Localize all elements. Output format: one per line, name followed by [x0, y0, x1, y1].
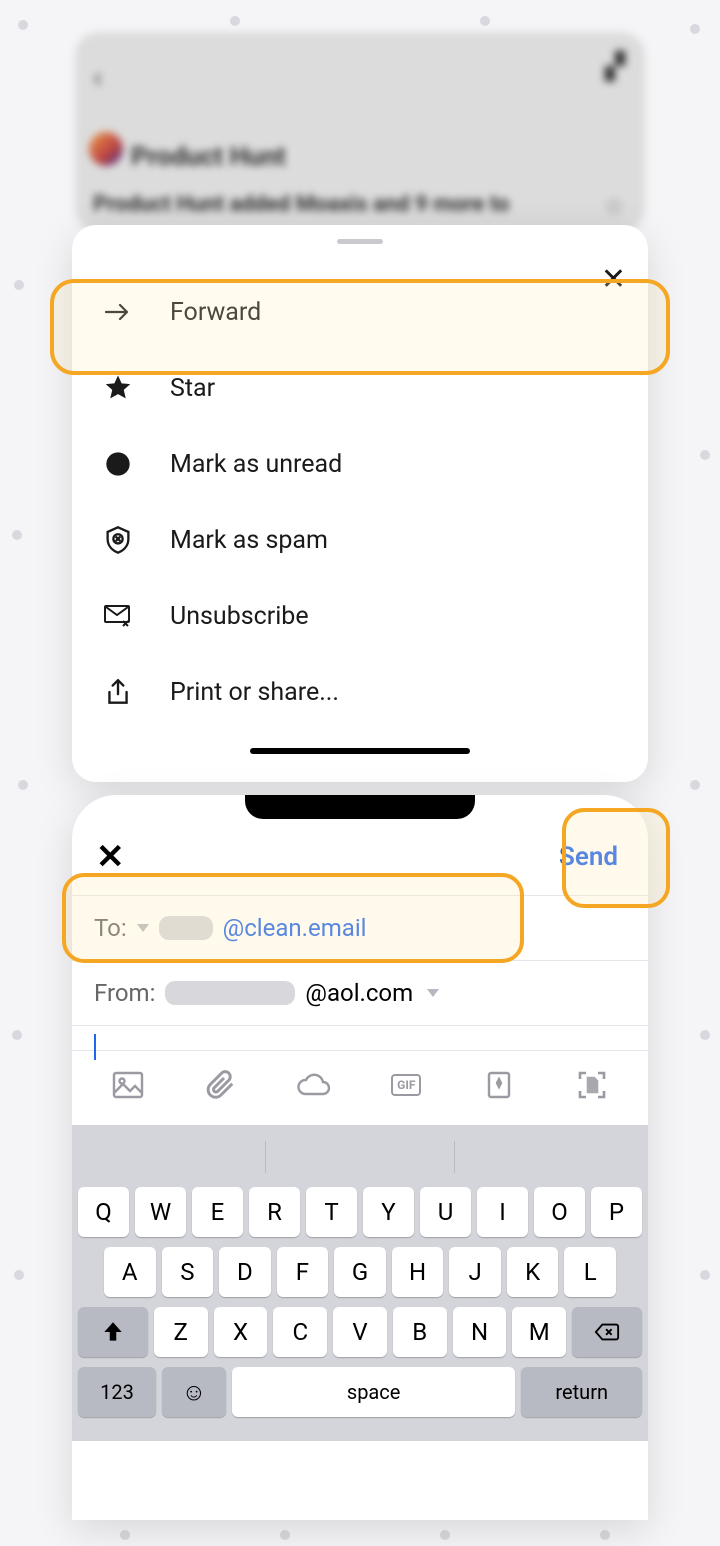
chevron-down-icon[interactable]: [137, 924, 149, 932]
key-backspace[interactable]: [572, 1307, 642, 1357]
menu-item-mark-spam[interactable]: Mark as spam: [72, 502, 648, 578]
compose-screen: ✕ Send To: @clean.email From: @aol.com G…: [72, 795, 648, 1520]
key-p[interactable]: P: [591, 1187, 642, 1237]
chevron-down-icon[interactable]: [427, 989, 439, 997]
key-123[interactable]: 123: [78, 1367, 156, 1417]
gif-icon[interactable]: GIF: [386, 1065, 426, 1105]
menu-item-label: Mark as spam: [170, 526, 328, 555]
keyboard-row-2: A S D F G H J K L: [78, 1247, 642, 1297]
key-b[interactable]: B: [393, 1307, 447, 1357]
key-return[interactable]: return: [521, 1367, 642, 1417]
key-o[interactable]: O: [534, 1187, 585, 1237]
key-y[interactable]: Y: [363, 1187, 414, 1237]
redacted-to-prefix: [159, 916, 213, 940]
from-field[interactable]: From: @aol.com: [72, 961, 648, 1026]
close-icon[interactable]: ✕: [601, 265, 626, 295]
key-v[interactable]: V: [333, 1307, 387, 1357]
close-compose-icon[interactable]: ✕: [96, 837, 125, 877]
paperclip-icon[interactable]: [201, 1065, 241, 1105]
sender-name: Product Hunt: [131, 142, 286, 172]
redacted-from-prefix: [165, 981, 295, 1005]
envelope-x-icon: [100, 598, 136, 634]
cloud-icon[interactable]: [294, 1065, 334, 1105]
key-c[interactable]: C: [273, 1307, 327, 1357]
keyboard-row-4: 123 ☺ space return: [78, 1367, 642, 1417]
key-t[interactable]: T: [306, 1187, 357, 1237]
key-h[interactable]: H: [392, 1247, 444, 1297]
menu-item-star[interactable]: Star: [72, 350, 648, 426]
star-icon: [100, 370, 136, 406]
scan-document-icon[interactable]: [572, 1065, 612, 1105]
key-q[interactable]: Q: [78, 1187, 129, 1237]
sender-avatar: [89, 132, 123, 166]
key-a[interactable]: A: [104, 1247, 156, 1297]
menu-item-unsubscribe[interactable]: Unsubscribe: [72, 578, 648, 654]
suggestion-bar[interactable]: [78, 1135, 642, 1179]
action-sheet: ✕ Forward Star Mark as unread Mark as sp…: [72, 225, 648, 782]
key-g[interactable]: G: [334, 1247, 386, 1297]
key-x[interactable]: X: [214, 1307, 268, 1357]
forward-arrow-icon: [100, 294, 136, 330]
key-z[interactable]: Z: [154, 1307, 208, 1357]
home-indicator: [250, 748, 470, 754]
menu-item-forward[interactable]: Forward: [72, 274, 648, 350]
key-l[interactable]: L: [564, 1247, 616, 1297]
device-notch: [245, 795, 475, 819]
menu-item-print-share[interactable]: Print or share...: [72, 654, 648, 730]
menu-item-label: Star: [170, 374, 215, 403]
text-cursor: [94, 1034, 96, 1060]
to-value: @clean.email: [223, 914, 367, 942]
keyboard: Q W E R T Y U I O P A S D F G H J K L Z: [72, 1125, 648, 1441]
card-icon[interactable]: [479, 1065, 519, 1105]
key-k[interactable]: K: [507, 1247, 559, 1297]
share-icon: [100, 674, 136, 710]
to-label: To:: [94, 914, 127, 942]
blurred-email-behind: ‹ ▞ Product Hunt Product Hunt added Moax…: [75, 32, 645, 232]
key-emoji[interactable]: ☺: [162, 1367, 226, 1417]
key-s[interactable]: S: [162, 1247, 214, 1297]
from-value: @aol.com: [305, 979, 413, 1007]
send-button[interactable]: Send: [553, 838, 624, 876]
back-chevron-icon: ‹: [93, 60, 102, 95]
menu-item-label: Mark as unread: [170, 450, 342, 479]
unread-dot-icon: [100, 446, 136, 482]
email-subject: Product Hunt added Moaxis and 9 more to: [93, 192, 509, 217]
key-r[interactable]: R: [249, 1187, 300, 1237]
key-m[interactable]: M: [512, 1307, 566, 1357]
to-field[interactable]: To: @clean.email: [72, 895, 648, 961]
star-outline-icon: ☆: [603, 192, 625, 220]
menu-item-label: Forward: [170, 298, 261, 327]
shield-x-icon: [100, 522, 136, 558]
image-icon[interactable]: [108, 1065, 148, 1105]
key-u[interactable]: U: [420, 1187, 471, 1237]
key-i[interactable]: I: [477, 1187, 528, 1237]
menu-item-mark-unread[interactable]: Mark as unread: [72, 426, 648, 502]
key-w[interactable]: W: [135, 1187, 186, 1237]
chart-icon: ▞: [605, 52, 625, 82]
key-d[interactable]: D: [219, 1247, 271, 1297]
attachment-toolbar: GIF: [72, 1050, 648, 1125]
key-e[interactable]: E: [192, 1187, 243, 1237]
key-space[interactable]: space: [232, 1367, 516, 1417]
keyboard-row-1: Q W E R T Y U I O P: [78, 1187, 642, 1237]
keyboard-row-3: Z X C V B N M: [78, 1307, 642, 1357]
key-shift[interactable]: [78, 1307, 148, 1357]
key-f[interactable]: F: [277, 1247, 329, 1297]
key-j[interactable]: J: [449, 1247, 501, 1297]
key-n[interactable]: N: [453, 1307, 507, 1357]
from-label: From:: [94, 979, 155, 1007]
menu-item-label: Print or share...: [170, 678, 339, 707]
menu-item-label: Unsubscribe: [170, 602, 309, 631]
